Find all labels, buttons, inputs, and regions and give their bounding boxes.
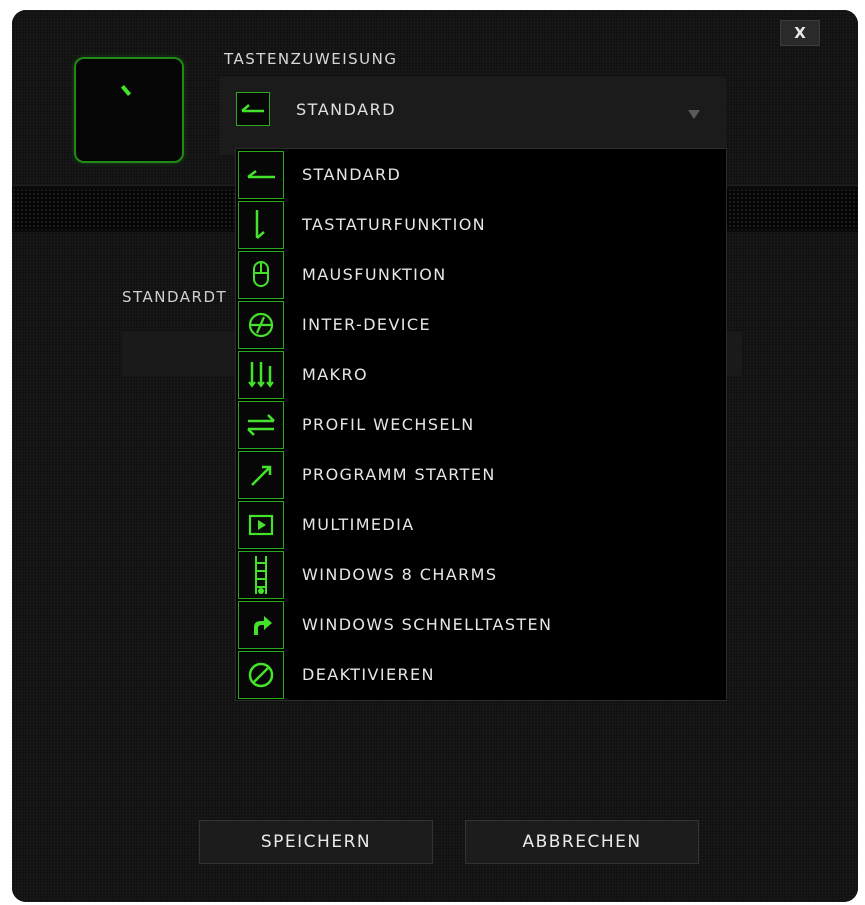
- menu-item-switch-profile[interactable]: PROFIL WECHSELN: [236, 401, 726, 451]
- cancel-button[interactable]: ABBRECHEN: [465, 820, 699, 864]
- key-assignment-dialog: X TASTENZUWEISUNG STANDARDT STANDARD STA…: [12, 10, 858, 902]
- menu-item-label: STANDARD: [302, 165, 402, 184]
- save-button[interactable]: SPEICHERN: [199, 820, 433, 864]
- menu-item-label: TASTATURFUNKTION: [302, 215, 487, 234]
- key-preview: [74, 57, 184, 163]
- assignment-select[interactable]: STANDARD: [220, 77, 726, 155]
- menu-item-label: PROGRAMM STARTEN: [302, 465, 496, 484]
- menu-item-disable[interactable]: DEAKTIVIEREN: [236, 651, 726, 701]
- menu-item-label: MULTIMEDIA: [302, 515, 415, 534]
- shortcut-icon: [238, 601, 284, 649]
- menu-item-windows-shortcuts[interactable]: WINDOWS SCHNELLTASTEN: [236, 601, 726, 651]
- menu-item-standard[interactable]: STANDARD: [236, 151, 726, 201]
- arrow-left-icon: [238, 151, 284, 199]
- chevron-down-icon[interactable]: [688, 110, 700, 119]
- menu-item-label: WINDOWS 8 CHARMS: [302, 565, 498, 584]
- mouse-icon: [238, 251, 284, 299]
- menu-item-keyboard-function[interactable]: TASTATURFUNKTION: [236, 201, 726, 251]
- select-current[interactable]: STANDARD: [236, 91, 396, 127]
- keyboard-arrow-icon: [238, 201, 284, 249]
- inter-device-icon: [238, 301, 284, 349]
- launch-program-icon: [238, 451, 284, 499]
- macro-icon: [238, 351, 284, 399]
- arrow-left-icon: [236, 92, 270, 126]
- multimedia-icon: [238, 501, 284, 549]
- menu-item-label: PROFIL WECHSELN: [302, 415, 475, 434]
- assignment-dropdown-menu: STANDARD TASTATURFUNKTION MAUSFUNKTION I…: [235, 148, 727, 701]
- menu-item-macro[interactable]: MAKRO: [236, 351, 726, 401]
- select-value: STANDARD: [296, 99, 397, 119]
- close-button[interactable]: X: [780, 20, 820, 46]
- standard-field-label: STANDARDT: [122, 288, 228, 306]
- disable-icon: [238, 651, 284, 699]
- menu-item-launch-program[interactable]: PROGRAMM STARTEN: [236, 451, 726, 501]
- menu-item-label: DEAKTIVIEREN: [302, 665, 435, 684]
- menu-item-label: MAUSFUNKTION: [302, 265, 447, 284]
- menu-item-windows-8-charms[interactable]: WINDOWS 8 CHARMS: [236, 551, 726, 601]
- section-title: TASTENZUWEISUNG: [224, 50, 398, 68]
- menu-item-inter-device[interactable]: INTER-DEVICE: [236, 301, 726, 351]
- switch-profile-icon: [238, 401, 284, 449]
- menu-item-label: MAKRO: [302, 365, 368, 384]
- menu-item-mouse-function[interactable]: MAUSFUNKTION: [236, 251, 726, 301]
- menu-item-multimedia[interactable]: MULTIMEDIA: [236, 501, 726, 551]
- key-indicator-icon: [120, 85, 132, 96]
- charms-icon: [238, 551, 284, 599]
- menu-item-label: INTER-DEVICE: [302, 315, 431, 334]
- menu-item-label: WINDOWS SCHNELLTASTEN: [302, 615, 553, 634]
